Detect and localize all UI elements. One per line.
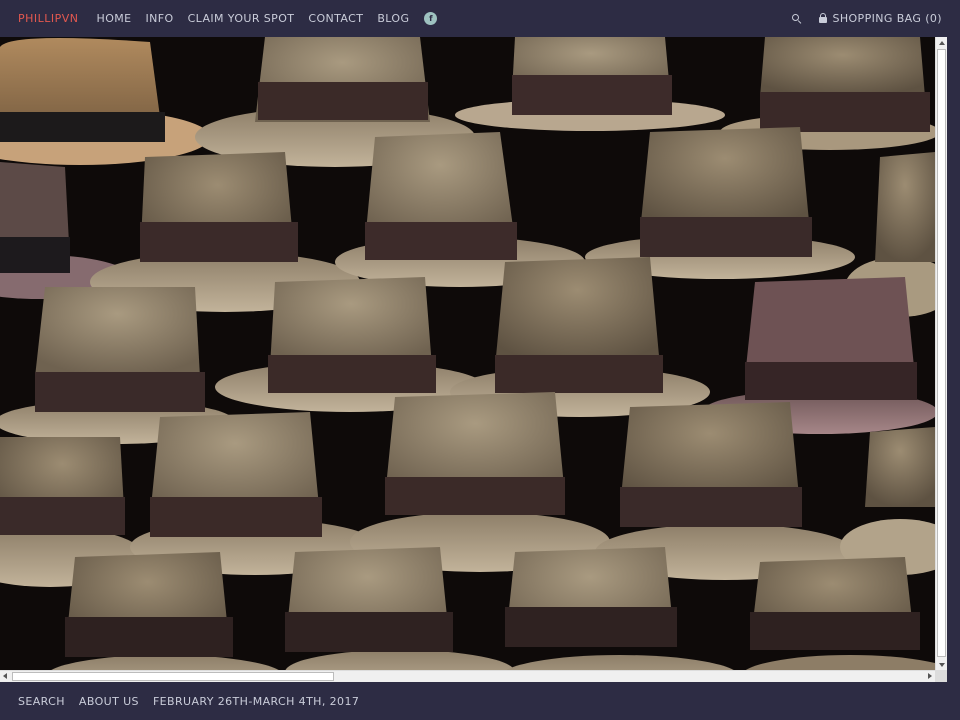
nav-claim-your-spot[interactable]: CLAIM YOUR SPOT xyxy=(188,12,295,25)
arrow-left-icon[interactable] xyxy=(3,673,7,679)
header-actions: SHOPPING BAG (0) xyxy=(791,0,942,37)
nav-home[interactable]: HOME xyxy=(97,12,132,25)
nav-blog[interactable]: BLOG xyxy=(377,12,409,25)
vertical-scrollbar[interactable] xyxy=(935,37,947,670)
arrow-up-icon xyxy=(939,41,945,45)
brand-logo-link[interactable]: PHILLIPVN xyxy=(18,12,79,25)
scrollbar-corner xyxy=(935,670,947,682)
search-icon[interactable] xyxy=(791,13,803,25)
panama-hats-photo xyxy=(0,37,935,670)
vertical-scroll-thumb[interactable] xyxy=(937,49,946,657)
arrow-down-icon xyxy=(939,663,945,667)
top-navigation-bar: PHILLIPVN HOME INFO CLAIM YOUR SPOT CONT… xyxy=(0,0,960,37)
footer-about-us-link[interactable]: ABOUT US xyxy=(79,695,139,708)
horizontal-scrollbar[interactable] xyxy=(0,670,935,682)
scroll-up-button[interactable] xyxy=(936,37,947,48)
main-nav: HOME INFO CLAIM YOUR SPOT CONTACT BLOG f xyxy=(97,12,438,25)
nav-contact[interactable]: CONTACT xyxy=(308,12,363,25)
horizontal-scroll-thumb[interactable] xyxy=(12,672,334,681)
nav-info[interactable]: INFO xyxy=(146,12,174,25)
facebook-icon[interactable]: f xyxy=(424,12,438,25)
footer-event-dates: FEBRUARY 26TH-MARCH 4TH, 2017 xyxy=(152,694,360,708)
scroll-down-button[interactable] xyxy=(936,659,947,670)
shopping-bag-link[interactable]: SHOPPING BAG (0) xyxy=(832,12,942,25)
lock-icon xyxy=(819,13,828,23)
footer-bar: SEARCH ABOUT US FEBRUARY 26TH-MARCH 4TH,… xyxy=(0,682,960,720)
footer-search-link[interactable]: SEARCH xyxy=(18,695,65,708)
arrow-right-icon[interactable] xyxy=(928,673,932,679)
hero-image xyxy=(0,37,935,670)
